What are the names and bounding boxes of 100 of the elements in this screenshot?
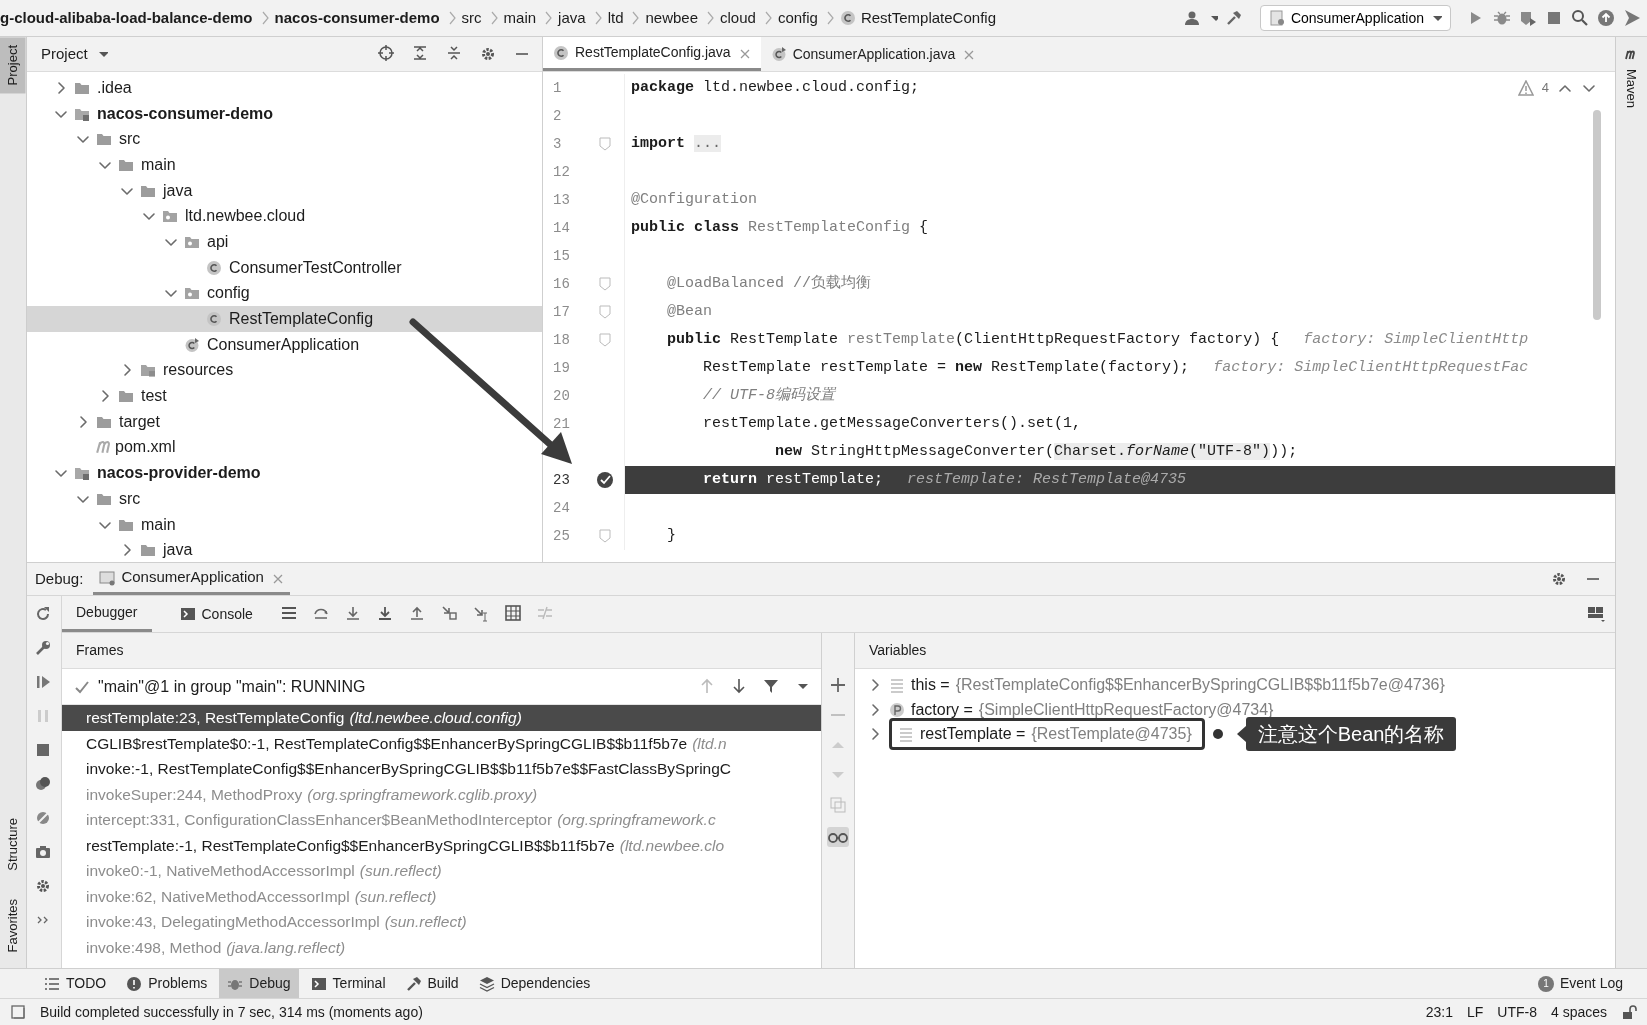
tree-row[interactable]: java xyxy=(27,177,542,204)
stack-frame[interactable]: restTemplate:-1, RestTemplateConfig$$EnhancerBySpringCGLIB$$b11f5b7e (ltd.newbee.clo xyxy=(62,832,821,858)
stop-icon[interactable] xyxy=(1545,9,1563,27)
breadcrumb-item[interactable]: RestTemplateConfig xyxy=(860,6,996,30)
logo-icon[interactable] xyxy=(1623,9,1641,27)
search-icon[interactable] xyxy=(1571,9,1589,27)
variable-name[interactable]: factory = xyxy=(911,697,973,722)
calculator-icon[interactable] xyxy=(504,605,523,623)
tree-row[interactable]: target xyxy=(27,408,542,435)
tree-row[interactable]: nacos-provider-demo xyxy=(27,460,542,486)
hammer-icon[interactable] xyxy=(1225,10,1244,26)
editor-tab[interactable]: RestTemplateConfig.java xyxy=(543,37,761,71)
user-icon[interactable] xyxy=(1183,10,1200,26)
update-icon[interactable] xyxy=(1597,9,1615,27)
tree-row[interactable]: java xyxy=(27,537,542,564)
tree-row[interactable]: src xyxy=(27,126,542,153)
tree-row[interactable]: api xyxy=(27,229,542,255)
tree-item-label[interactable]: main xyxy=(141,512,176,537)
tree-item-label[interactable]: main xyxy=(141,152,176,177)
run-configuration-dropdown[interactable]: ConsumerApplication xyxy=(1259,5,1451,31)
tree-row[interactable]: ConsumerApplication xyxy=(27,331,542,358)
line-separator[interactable]: LF xyxy=(1466,1001,1484,1023)
add-icon[interactable] xyxy=(830,677,846,693)
editor-tab[interactable]: ConsumerApplication.java xyxy=(760,37,986,71)
side-tab[interactable]: Structure xyxy=(0,809,26,879)
tool-window-button[interactable]: Debug xyxy=(219,969,299,998)
tree-row[interactable]: pom.xml xyxy=(27,434,542,461)
glasses-icon[interactable] xyxy=(827,827,849,847)
breadcrumb-item[interactable]: g-cloud-alibaba-load-balance-demo xyxy=(0,6,253,30)
panel-title[interactable]: Project xyxy=(41,42,88,66)
breadcrumb-item[interactable]: cloud xyxy=(720,6,756,30)
stack-frame[interactable]: invoke:-1, RestTemplateConfig$$EnhancerBySpringCGLIB$$b11f5b7e$$FastClassBySpringC xyxy=(62,756,821,782)
tree-item-label[interactable]: ConsumerTestController xyxy=(229,255,402,280)
tree-item-label[interactable]: src xyxy=(119,486,141,511)
breadcrumb-item[interactable]: java xyxy=(558,6,586,30)
breadcrumb-item[interactable]: newbee xyxy=(645,6,698,30)
tree-item-label[interactable]: src xyxy=(119,127,141,152)
breadcrumb-item[interactable]: ltd xyxy=(607,6,624,30)
tool-window-button[interactable]: Problems xyxy=(118,969,216,998)
tree-item-label[interactable]: test xyxy=(141,384,167,409)
variable-name[interactable]: this = xyxy=(911,673,950,698)
caret-position[interactable]: 23:1 xyxy=(1425,1001,1453,1023)
variable-value[interactable]: {RestTemplate@4735} xyxy=(1031,722,1192,747)
tree-item-label[interactable]: RestTemplateConfig xyxy=(229,307,374,332)
breadcrumb-item[interactable]: main xyxy=(503,6,537,30)
tree-row[interactable]: ltd.newbee.cloud xyxy=(27,203,542,230)
tool-window-button[interactable]: TODO xyxy=(36,969,115,998)
stack-frame[interactable]: restTemplate:23, RestTemplateConfig (ltd.newbee.cloud.config) xyxy=(62,705,821,731)
drop-frame-icon[interactable] xyxy=(440,605,459,623)
tree-item-label[interactable]: ConsumerApplication xyxy=(207,332,360,357)
notification-count[interactable]: 1 xyxy=(1537,975,1554,992)
debug-session-tab[interactable]: ConsumerApplication xyxy=(93,563,290,595)
tree-row[interactable]: .idea xyxy=(27,75,542,101)
tree-row[interactable]: src xyxy=(27,486,542,512)
variable-value[interactable]: {RestTemplateConfig$$EnhancerBySpringCGLIB$$b11f5b7e@4736} xyxy=(955,673,1445,698)
breakpoint-icon[interactable] xyxy=(596,471,614,489)
breadcrumb-item[interactable]: src xyxy=(461,6,482,30)
bug-icon[interactable] xyxy=(1493,10,1511,26)
event-log-button[interactable]: 1 Event Log xyxy=(1529,969,1639,998)
tree-item-label[interactable]: config xyxy=(207,281,250,306)
tree-item-label[interactable]: java xyxy=(163,538,193,563)
file-encoding[interactable]: UTF-8 xyxy=(1497,1001,1537,1023)
session-name[interactable]: ConsumerApplication xyxy=(121,566,264,589)
tree-item-label[interactable]: nacos-provider-demo xyxy=(97,461,261,486)
stack-frame[interactable]: CGLIB$restTemplate$0:-1, RestTemplateConfig$$EnhancerBySpringCGLIB$$b11f5b7e (ltd.n xyxy=(62,730,821,756)
tree-row[interactable]: nacos-consumer-demo xyxy=(27,100,542,127)
side-tab[interactable]: Project xyxy=(0,37,26,94)
tree-row[interactable]: ConsumerTestController xyxy=(27,254,542,281)
tree-item-label[interactable]: .idea xyxy=(97,75,132,100)
indent-setting[interactable]: 4 spaces xyxy=(1550,1001,1607,1023)
scrollbar-thumb[interactable] xyxy=(1593,110,1601,320)
breadcrumb-item[interactable]: nacos-consumer-demo xyxy=(274,6,440,30)
tree-row[interactable]: main xyxy=(27,511,542,538)
side-tab[interactable]: Maven xyxy=(1618,65,1645,113)
tree-item-label[interactable]: pom.xml xyxy=(115,435,176,460)
locate-icon[interactable] xyxy=(378,45,396,63)
tree-item-label[interactable]: nacos-consumer-demo xyxy=(97,101,274,126)
tree-row[interactable]: config xyxy=(27,280,542,307)
debug-tab[interactable]: Console xyxy=(165,596,267,632)
tree-row[interactable]: RestTemplateConfig xyxy=(27,306,542,332)
tree-row[interactable]: test xyxy=(27,383,542,409)
tree-item-label[interactable]: ltd.newbee.cloud xyxy=(185,204,306,229)
variable-name[interactable]: restTemplate = xyxy=(920,722,1026,747)
breadcrumb-item[interactable]: config xyxy=(777,6,818,30)
warning-count[interactable]: 4 xyxy=(1541,78,1549,98)
tree-item-label[interactable]: resources xyxy=(163,358,234,383)
tree-row[interactable]: resources xyxy=(27,357,542,384)
tree-item-label[interactable]: java xyxy=(163,178,193,203)
side-tab[interactable]: Favorites xyxy=(0,890,26,960)
tool-window-button[interactable]: Terminal xyxy=(302,969,394,998)
lock-icon[interactable] xyxy=(1621,1004,1637,1020)
tree-item-label[interactable]: api xyxy=(207,229,229,254)
tool-window-button[interactable]: Dependencies xyxy=(470,969,599,998)
arrow-down-icon[interactable] xyxy=(731,677,747,696)
panel-toggle-icon[interactable] xyxy=(10,1004,26,1020)
layout-icon[interactable] xyxy=(1587,605,1605,623)
tree-item-label[interactable]: target xyxy=(119,409,160,434)
coverage-icon[interactable] xyxy=(1519,10,1537,26)
tree-row[interactable]: main xyxy=(27,152,542,178)
tool-window-button[interactable]: Build xyxy=(397,969,467,998)
